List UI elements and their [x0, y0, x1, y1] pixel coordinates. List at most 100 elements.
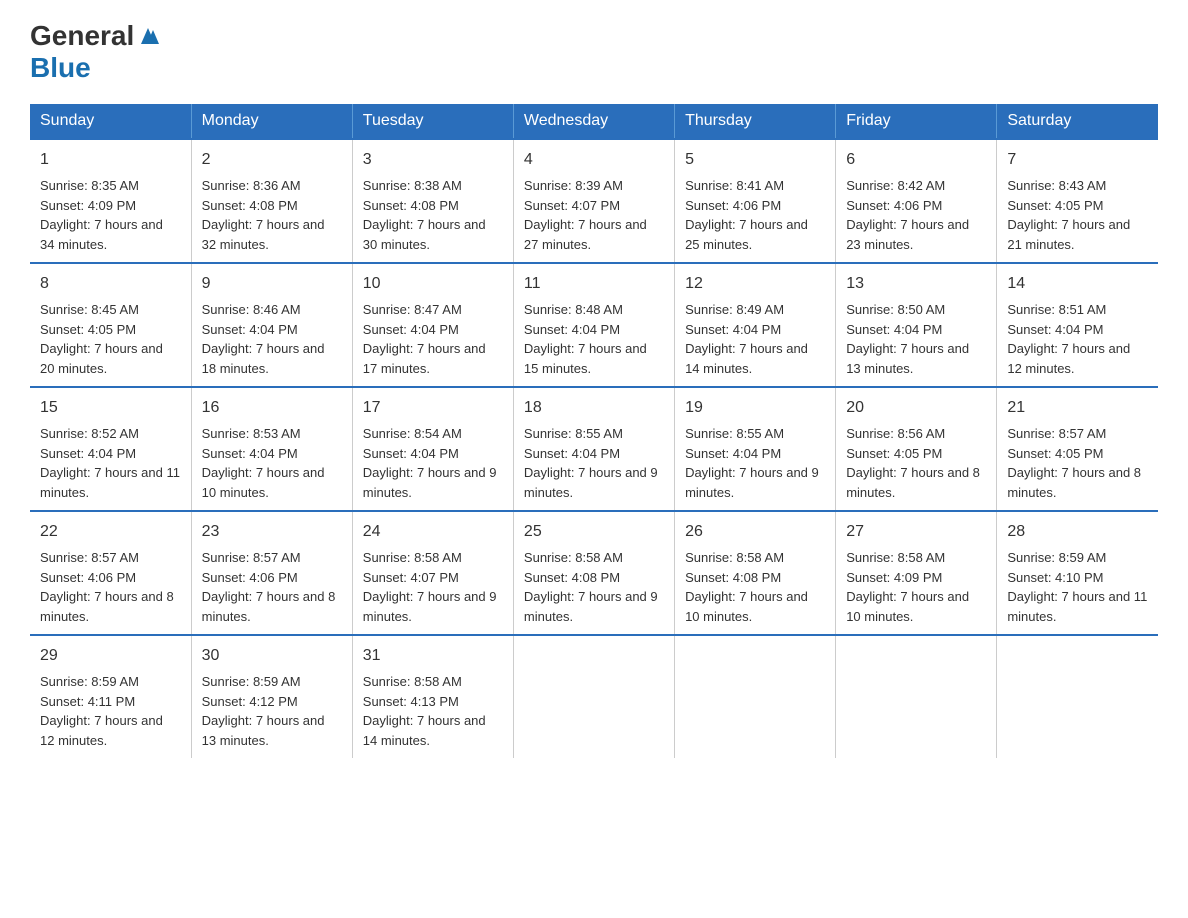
calendar-cell: 8Sunrise: 8:45 AMSunset: 4:05 PMDaylight…: [30, 263, 191, 387]
day-number: 8: [40, 272, 181, 296]
page-header: General Blue: [30, 20, 1158, 84]
day-sunset: Sunset: 4:04 PM: [202, 446, 298, 461]
day-daylight: Daylight: 7 hours and 10 minutes.: [685, 589, 808, 624]
calendar-cell: 3 Sunrise: 8:38 AM Sunset: 4:08 PM Daylight…: [352, 139, 513, 263]
day-daylight: Daylight: 7 hours and 17 minutes.: [363, 341, 486, 376]
day-number: 31: [363, 644, 503, 668]
week-row-3: 15Sunrise: 8:52 AMSunset: 4:04 PMDayligh…: [30, 387, 1158, 511]
day-daylight: Daylight: 7 hours and 32 minutes.: [202, 217, 325, 252]
day-sunset: Sunset: 4:07 PM: [524, 198, 620, 213]
day-number: 18: [524, 396, 664, 420]
day-header-sunday: Sunday: [30, 104, 191, 139]
calendar-cell: 26Sunrise: 8:58 AMSunset: 4:08 PMDayligh…: [675, 511, 836, 635]
calendar-cell: 18 Sunrise: 8:55 AM Sunset: 4:04 PM Dayligh…: [513, 387, 674, 511]
day-sunrise: Sunrise: 8:57 AM: [40, 550, 139, 565]
calendar-cell: 5Sunrise: 8:41 AMSunset: 4:06 PMDaylight…: [675, 139, 836, 263]
calendar-cell: 30Sunrise: 8:59 AMSunset: 4:12 PMDayligh…: [191, 635, 352, 758]
day-sunrise: Sunrise: 8:38 AM: [363, 178, 462, 193]
calendar-cell: 13Sunrise: 8:50 AMSunset: 4:04 PMDayligh…: [836, 263, 997, 387]
day-daylight: Daylight: 7 hours and 8 minutes.: [846, 465, 980, 500]
day-sunrise: Sunrise: 8:43 AM: [1007, 178, 1106, 193]
calendar-cell: [997, 635, 1158, 758]
day-number: 28: [1007, 520, 1148, 544]
calendar-cell: 10Sunrise: 8:47 AMSunset: 4:04 PMDayligh…: [352, 263, 513, 387]
day-number: 6: [846, 148, 986, 172]
day-sunrise: Sunrise: 8:58 AM: [524, 550, 623, 565]
day-number: 5: [685, 148, 825, 172]
calendar-cell: 15Sunrise: 8:52 AMSunset: 4:04 PMDayligh…: [30, 387, 191, 511]
day-header-thursday: Thursday: [675, 104, 836, 139]
day-header-wednesday: Wednesday: [513, 104, 674, 139]
day-number: 1: [40, 148, 181, 172]
day-sunset: Sunset: 4:05 PM: [846, 446, 942, 461]
day-daylight: Daylight: 7 hours and 9 minutes.: [524, 465, 658, 500]
day-sunset: Sunset: 4:05 PM: [1007, 446, 1103, 461]
day-sunset: Sunset: 4:04 PM: [685, 446, 781, 461]
day-sunset: Sunset: 4:06 PM: [202, 570, 298, 585]
day-sunset: Sunset: 4:08 PM: [524, 570, 620, 585]
day-daylight: Daylight: 7 hours and 15 minutes.: [524, 341, 647, 376]
logo-triangle-icon: [137, 20, 159, 46]
day-sunset: Sunset: 4:11 PM: [40, 694, 135, 709]
day-sunset: Sunset: 4:12 PM: [202, 694, 298, 709]
calendar-cell: 27Sunrise: 8:58 AMSunset: 4:09 PMDayligh…: [836, 511, 997, 635]
day-number: 12: [685, 272, 825, 296]
day-sunrise: Sunrise: 8:58 AM: [363, 674, 462, 689]
day-sunset: Sunset: 4:04 PM: [1007, 322, 1103, 337]
day-sunrise: Sunrise: 8:48 AM: [524, 302, 623, 317]
calendar-cell: [836, 635, 997, 758]
day-daylight: Daylight: 7 hours and 9 minutes.: [363, 465, 497, 500]
day-sunset: Sunset: 4:04 PM: [524, 322, 620, 337]
calendar-cell: 7Sunrise: 8:43 AMSunset: 4:05 PMDaylight…: [997, 139, 1158, 263]
calendar-header-row: SundayMondayTuesdayWednesdayThursdayFrid…: [30, 104, 1158, 139]
day-sunrise: Sunrise: 8:39 AM: [524, 178, 623, 193]
day-number: 17: [363, 396, 503, 420]
calendar-cell: 16Sunrise: 8:53 AMSunset: 4:04 PMDayligh…: [191, 387, 352, 511]
calendar-cell: 17Sunrise: 8:54 AMSunset: 4:04 PMDayligh…: [352, 387, 513, 511]
day-sunrise: Sunrise: 8:45 AM: [40, 302, 139, 317]
day-sunrise: Sunrise: 8:51 AM: [1007, 302, 1106, 317]
day-sunrise: Sunrise: 8:55 AM: [524, 426, 623, 441]
day-sunset: Sunset: 4:04 PM: [40, 446, 136, 461]
calendar-cell: 29Sunrise: 8:59 AMSunset: 4:11 PMDayligh…: [30, 635, 191, 758]
day-sunset: Sunset: 4:04 PM: [524, 446, 620, 461]
day-sunrise: Sunrise: 8:56 AM: [846, 426, 945, 441]
day-sunset: Sunset: 4:06 PM: [40, 570, 136, 585]
calendar-cell: 6Sunrise: 8:42 AMSunset: 4:06 PMDaylight…: [836, 139, 997, 263]
calendar-cell: 4Sunrise: 8:39 AMSunset: 4:07 PMDaylight…: [513, 139, 674, 263]
calendar-cell: 23Sunrise: 8:57 AMSunset: 4:06 PMDayligh…: [191, 511, 352, 635]
day-daylight: Daylight: 7 hours and 10 minutes.: [202, 465, 325, 500]
day-daylight: Daylight: 7 hours and 11 minutes.: [40, 465, 180, 500]
calendar-cell: 9Sunrise: 8:46 AMSunset: 4:04 PMDaylight…: [191, 263, 352, 387]
day-number: 3: [363, 148, 503, 172]
day-sunrise: Sunrise: 8:57 AM: [1007, 426, 1106, 441]
day-sunrise: Sunrise: 8:35 AM: [40, 178, 139, 193]
calendar-cell: [675, 635, 836, 758]
day-sunset: Sunset: 4:07 PM: [363, 570, 459, 585]
day-sunrise: Sunrise: 8:59 AM: [202, 674, 301, 689]
day-daylight: Daylight: 7 hours and 12 minutes.: [1007, 341, 1130, 376]
day-sunset: Sunset: 4:06 PM: [846, 198, 942, 213]
day-daylight: Daylight: 7 hours and 8 minutes.: [202, 589, 336, 624]
week-row-4: 22Sunrise: 8:57 AMSunset: 4:06 PMDayligh…: [30, 511, 1158, 635]
day-sunset: Sunset: 4:10 PM: [1007, 570, 1103, 585]
day-daylight: Daylight: 7 hours and 14 minutes.: [363, 713, 486, 748]
day-daylight: Daylight: 7 hours and 34 minutes.: [40, 217, 163, 252]
day-sunset: Sunset: 4:08 PM: [685, 570, 781, 585]
day-sunset: Sunset: 4:04 PM: [202, 322, 298, 337]
day-sunset: Sunset: 4:13 PM: [363, 694, 459, 709]
day-number: 10: [363, 272, 503, 296]
logo-blue-text: Blue: [30, 52, 91, 83]
day-daylight: Daylight: 7 hours and 9 minutes.: [685, 465, 819, 500]
day-number: 30: [202, 644, 342, 668]
day-daylight: Daylight: 7 hours and 30 minutes.: [363, 217, 486, 252]
day-sunset: Sunset: 4:08 PM: [363, 198, 459, 213]
day-header-monday: Monday: [191, 104, 352, 139]
day-sunset: Sunset: 4:05 PM: [40, 322, 136, 337]
day-sunset: Sunset: 4:04 PM: [363, 322, 459, 337]
day-sunrise: Sunrise: 8:41 AM: [685, 178, 784, 193]
day-daylight: Daylight: 7 hours and 18 minutes.: [202, 341, 325, 376]
day-sunrise: Sunrise: 8:58 AM: [846, 550, 945, 565]
week-row-1: 1 Sunrise: 8:35 AM Sunset: 4:09 PM Daylight…: [30, 139, 1158, 263]
day-sunset: Sunset: 4:09 PM: [40, 198, 136, 213]
